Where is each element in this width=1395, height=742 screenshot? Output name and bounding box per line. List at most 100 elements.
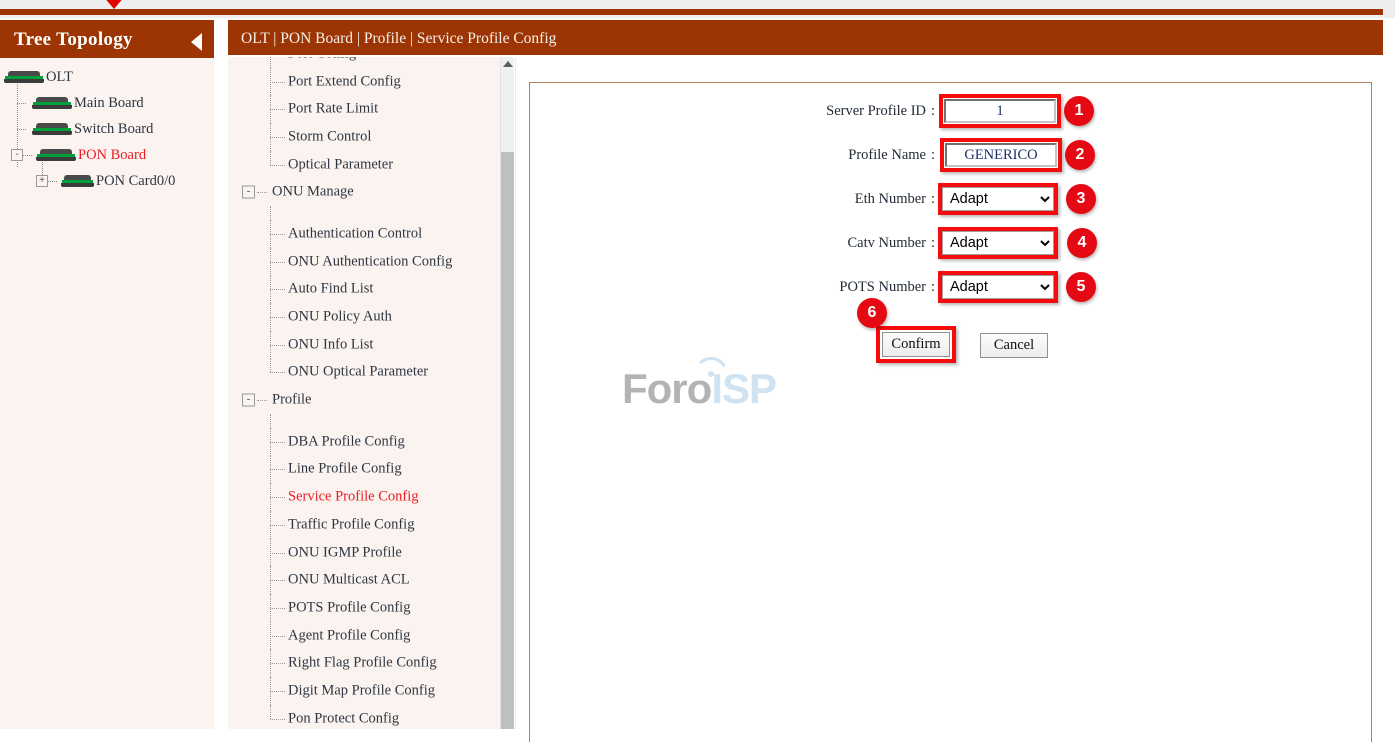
menu-item-service-profile-config[interactable]: Service Profile Config [228,483,514,511]
menu-group-label: ONU Manage [272,183,354,200]
expander-collapse-icon[interactable]: - [242,393,255,407]
tree-connector [270,57,286,68]
tree-connector [257,400,267,402]
menu-scroll-content: Port Config Port Extend Config Port Rate… [228,57,514,729]
menu-item-label: Pon Protect Config [288,710,400,727]
tree-connector [270,247,286,276]
menu-item-traffic-profile-config[interactable]: Traffic Profile Config [228,511,514,539]
pots-number-select[interactable]: Adapt01234 [942,275,1054,299]
server-profile-id-label: Server Profile ID [826,102,926,119]
menu-item-port-extend-config[interactable]: Port Extend Config [228,67,514,96]
tree-node-label: Main Board [74,94,144,111]
step-badge-6: 6 [857,298,887,328]
tree-node-olt[interactable]: OLT [0,64,214,90]
field-row-catv-number: Catv Number : Adapt01234 4 [530,227,1097,259]
eth-number-select[interactable]: Adapt01234 [942,187,1054,211]
menu-item-authentication-control[interactable]: Authentication Control [228,220,514,248]
device-icon [36,148,76,162]
service-profile-config-form-panel: ForoISP Server Profile ID : 1 Profile Na… [529,82,1372,742]
tree-topology-body: OLT Main Board Switch Board - PON Board [0,58,214,194]
menu-item-label: Port Extend Config [288,73,401,90]
menu-item-pon-protect-config[interactable]: Pon Protect Config [228,704,514,729]
device-icon [4,70,44,84]
menu-item-line-profile-config[interactable]: Line Profile Config [228,455,514,484]
menu-group-profile[interactable]: - Profile [228,386,514,414]
menu-item-storm-control[interactable]: Storm Control [228,123,514,151]
tree-connector [270,621,286,650]
caret-up-icon[interactable] [503,61,513,67]
menu-item-onu-authentication-config[interactable]: ONU Authentication Config [228,247,514,276]
menu-item-onu-igmp-profile[interactable]: ONU IGMP Profile [228,538,514,567]
confirm-highlight: Confirm [876,326,956,363]
server-profile-id-highlight [939,94,1061,128]
menu-item-label: ONU IGMP Profile [288,544,402,561]
profile-name-input[interactable] [945,143,1057,167]
tree-node-pon-card[interactable]: + PON Card0/0 [0,168,214,194]
tree-connector [270,206,271,221]
menu-item-onu-policy-auth[interactable]: ONU Policy Auth [228,303,514,331]
field-row-eth-number: Eth Number : Adapt01234 3 [530,183,1096,215]
server-profile-id-input[interactable] [944,99,1056,123]
tree-connector [270,358,286,387]
tree-node-switch-board[interactable]: Switch Board [0,116,214,142]
menu-item-onu-optical-parameter[interactable]: ONU Optical Parameter [228,358,514,387]
scrollbar-thumb[interactable] [501,152,514,729]
menu-item-label: Authentication Control [288,225,423,242]
tree-connector [48,180,57,182]
top-decor-strip [0,0,1395,20]
tree-connector [270,67,286,96]
tree-node-label: PON Card0/0 [96,172,176,189]
tree-node-pon-board[interactable]: - PON Board [0,142,214,168]
breadcrumb-bar: OLT | PON Board | Profile | Service Prof… [228,25,1383,55]
menu-item-onu-info-list[interactable]: ONU Info List [228,330,514,359]
menu-item-right-flag-profile-config[interactable]: Right Flag Profile Config [228,649,514,678]
cancel-button[interactable]: Cancel [980,333,1048,358]
navigation-menu-panel: Port Config Port Extend Config Port Rate… [228,57,514,729]
menu-item-digit-map-profile-config[interactable]: Digit Map Profile Config [228,677,514,705]
menu-scrollbar[interactable] [500,57,514,729]
catv-number-select[interactable]: Adapt01234 [942,231,1054,255]
menu-group-onu-manage[interactable]: - ONU Manage [228,178,514,206]
tree-connector [270,123,286,151]
tree-connector [270,649,286,678]
menu-item-label: Digit Map Profile Config [288,682,436,699]
tree-connector [270,220,286,248]
device-icon [32,122,72,136]
tree-topology-panel: Tree Topology OLT Main Board Switch Boar… [0,25,214,729]
menu-item-optical-parameter[interactable]: Optical Parameter [228,150,514,179]
step-badge-3: 3 [1066,184,1096,214]
menu-item-label: Auto Find List [288,280,374,297]
caret-left-icon[interactable] [191,33,202,51]
red-arrow-marker-icon [103,0,125,9]
eth-number-highlight: Adapt01234 [938,183,1058,215]
menu-item-label: Agent Profile Config [288,627,411,644]
field-row-pots-number: POTS Number : Adapt01234 5 [530,271,1096,303]
menu-item-label: ONU Policy Auth [288,308,392,325]
eth-number-label: Eth Number [854,190,926,207]
content-area: ForoISP Server Profile ID : 1 Profile Na… [515,57,1383,742]
menu-item-port-config[interactable]: Port Config [228,57,514,68]
menu-item-label: DBA Profile Config [288,433,405,450]
menu-item-label: Right Flag Profile Config [288,654,437,671]
expander-collapse-icon[interactable]: - [242,185,255,199]
tree-connector [270,455,286,484]
menu-item-pots-profile-config[interactable]: POTS Profile Config [228,594,514,622]
step-badge-2: 2 [1065,140,1095,170]
menu-item-dba-profile-config[interactable]: DBA Profile Config [228,427,514,456]
tree-connector [23,154,32,156]
tree-node-label: OLT [46,68,73,85]
tree-connector [270,566,286,595]
tree-connector [17,102,26,104]
menu-item-agent-profile-config[interactable]: Agent Profile Config [228,621,514,650]
expander-collapse-icon[interactable]: - [11,149,23,161]
tree-connector [270,427,286,456]
tree-node-main-board[interactable]: Main Board [0,90,214,116]
menu-item-auto-find-list[interactable]: Auto Find List [228,275,514,304]
confirm-button[interactable]: Confirm [882,332,950,357]
expander-expand-icon[interactable]: + [36,175,48,187]
tree-topology-title: Tree Topology [14,29,133,50]
menu-item-label: Storm Control [288,128,372,145]
menu-item-onu-multicast-acl[interactable]: ONU Multicast ACL [228,566,514,595]
field-row-profile-name: Profile Name : 2 [530,138,1095,172]
menu-item-port-rate-limit[interactable]: Port Rate Limit [228,95,514,124]
